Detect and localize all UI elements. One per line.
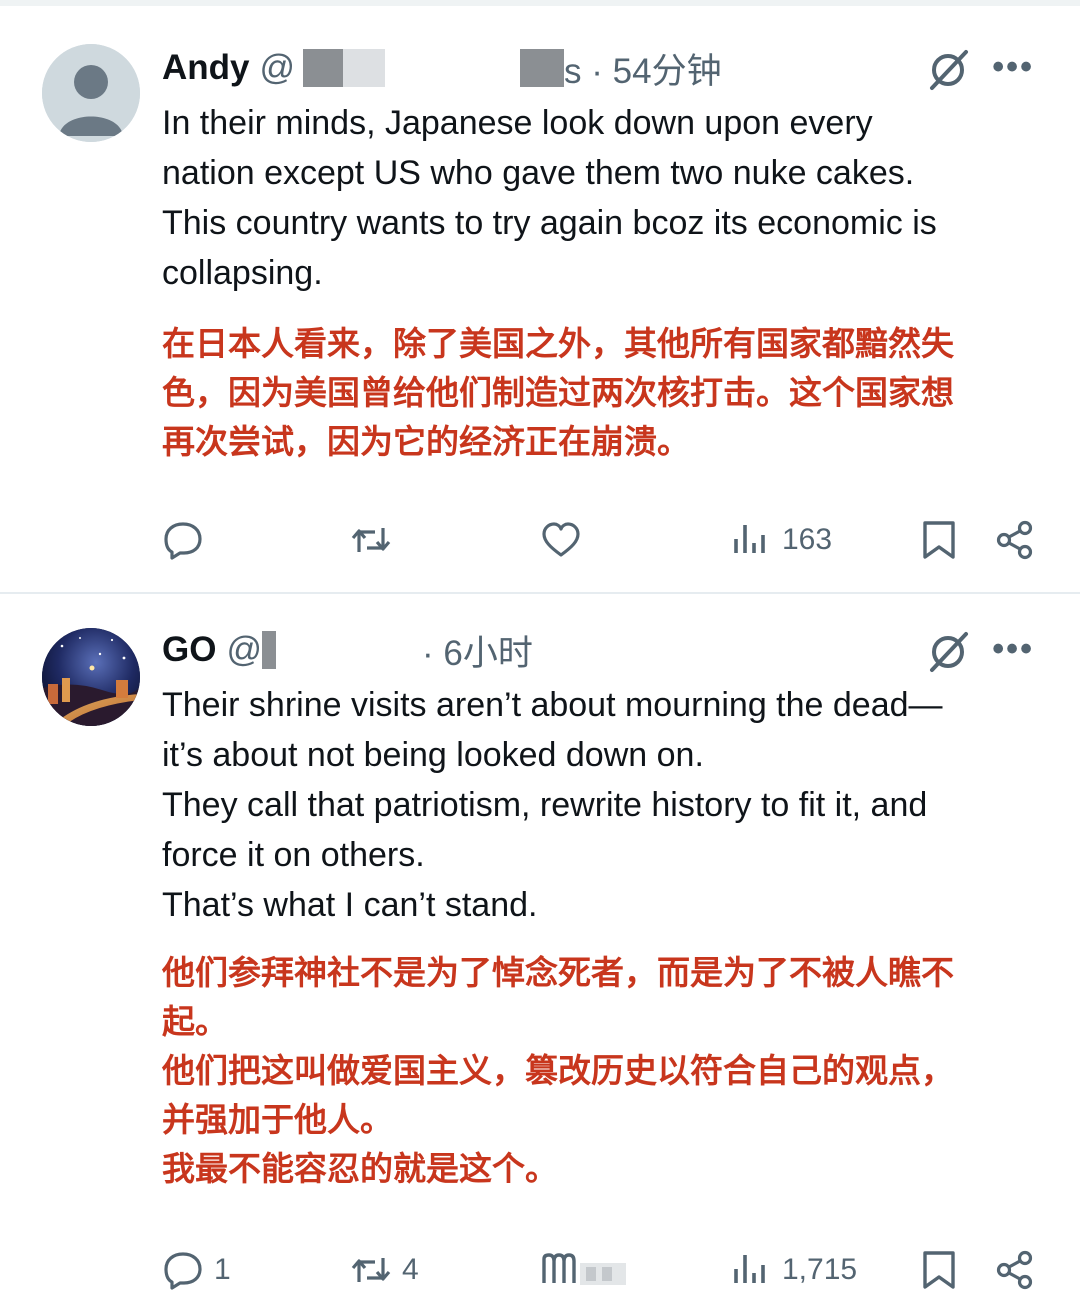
repost-button[interactable] bbox=[350, 510, 402, 570]
repost-icon bbox=[351, 1258, 391, 1282]
tweet-text-line: Their shrine visits aren’t about mournin… bbox=[162, 686, 943, 724]
redacted-handle bbox=[261, 631, 422, 669]
display-name[interactable]: GO bbox=[162, 630, 216, 670]
grok-icon[interactable] bbox=[926, 630, 970, 674]
grok-icon[interactable] bbox=[926, 48, 970, 92]
share-icon bbox=[996, 1250, 1033, 1290]
translation-line: 再次尝试，因为它的经济正在崩溃。 bbox=[162, 423, 690, 460]
tweet-header: GO @ · 6小时 bbox=[162, 628, 533, 673]
tweet-actions: 1 4 1,715 bbox=[0, 1240, 1080, 1300]
tweet-text-line: That’s what I can’t stand. bbox=[162, 886, 538, 924]
top-divider bbox=[0, 0, 1080, 6]
display-name[interactable]: Andy bbox=[162, 48, 250, 88]
timestamp[interactable]: · 6小时 bbox=[422, 625, 533, 676]
tweet-text: Their shrine visits aren’t about mournin… bbox=[162, 680, 1042, 930]
tweet-text: In their minds, Japanese look down upon … bbox=[162, 98, 1042, 298]
share-button[interactable] bbox=[994, 510, 1036, 570]
heart-icon bbox=[542, 522, 580, 557]
translation-line: 他们把这叫做爱国主义，篡改历史以符合自己的观点， bbox=[162, 1052, 954, 1089]
redacted-handle-2 bbox=[520, 49, 565, 87]
user-handle[interactable]: @ bbox=[226, 630, 262, 670]
tweet-text-line: They call that patriotism, rewrite histo… bbox=[162, 786, 928, 824]
tweet-divider bbox=[0, 592, 1080, 594]
avatar[interactable] bbox=[42, 44, 140, 142]
bookmark-button[interactable] bbox=[918, 1240, 960, 1300]
translation-text: 在日本人看来，除了美国之外，其他所有国家都黯然失 色，因为美国曾给他们制造过两次… bbox=[162, 319, 1052, 466]
tweet-go[interactable]: GO @ · 6小时 ••• Their shrine visits aren’… bbox=[0, 600, 1080, 1306]
translation-text: 他们参拜神社不是为了悼念死者，而是为了不被人瞧不 起。 他们把这叫做爱国主义，篡… bbox=[162, 948, 1052, 1193]
translation-line: 我最不能容忍的就是这个。 bbox=[162, 1150, 558, 1187]
repost-button[interactable]: 4 bbox=[350, 1240, 419, 1300]
more-icon[interactable]: ••• bbox=[992, 630, 1034, 669]
more-icon[interactable]: ••• bbox=[992, 48, 1034, 87]
views-icon bbox=[734, 525, 765, 553]
tweet-text-line: nation except US who gave them two nuke … bbox=[162, 154, 915, 192]
default-avatar-icon bbox=[42, 44, 140, 142]
tweet-text-line: This country wants to try again bcoz its… bbox=[162, 204, 937, 242]
garbled-like-icon bbox=[542, 1253, 626, 1285]
repost-count: 4 bbox=[402, 1253, 419, 1286]
tweet-actions: 163 bbox=[0, 510, 1080, 570]
views-count: 163 bbox=[782, 523, 833, 556]
translation-line: 色，因为美国曾给他们制造过两次核打击。这个国家想 bbox=[162, 374, 954, 411]
repost-icon bbox=[351, 528, 391, 552]
tweet-andy[interactable]: Andy @ s · 54分钟 ••• In their minds, Japa… bbox=[0, 14, 1080, 592]
reply-count: 1 bbox=[214, 1253, 231, 1286]
translation-line: 并强加于他人。 bbox=[162, 1101, 393, 1138]
night-sky-avatar-icon bbox=[42, 628, 140, 726]
avatar[interactable] bbox=[42, 628, 140, 726]
tweet-text-line: force it on others. bbox=[162, 836, 425, 874]
views-count: 1,715 bbox=[782, 1253, 858, 1286]
share-button[interactable] bbox=[994, 1240, 1036, 1300]
views-button[interactable]: 1,715 bbox=[730, 1240, 857, 1300]
reply-icon bbox=[164, 522, 202, 560]
timestamp[interactable]: s · 54分钟 bbox=[564, 43, 722, 94]
like-button[interactable] bbox=[540, 510, 592, 570]
like-button[interactable] bbox=[540, 1240, 640, 1300]
translation-line: 起。 bbox=[162, 1003, 228, 1040]
bookmark-icon bbox=[923, 521, 955, 559]
reply-button[interactable] bbox=[162, 510, 214, 570]
tweet-text-line: it’s about not being looked down on. bbox=[162, 736, 704, 774]
bookmark-button[interactable] bbox=[918, 510, 960, 570]
views-button[interactable]: 163 bbox=[730, 510, 832, 570]
user-handle[interactable]: @ bbox=[260, 48, 296, 88]
bookmark-icon bbox=[923, 1251, 955, 1289]
reply-button[interactable]: 1 bbox=[162, 1240, 231, 1300]
share-icon bbox=[996, 520, 1033, 560]
redacted-handle bbox=[295, 49, 521, 87]
tweet-text-line: collapsing. bbox=[162, 254, 323, 292]
tweet-text-line: In their minds, Japanese look down upon … bbox=[162, 104, 873, 142]
views-icon bbox=[734, 1255, 765, 1283]
translation-line: 在日本人看来，除了美国之外，其他所有国家都黯然失 bbox=[162, 325, 954, 362]
reply-icon bbox=[164, 1252, 202, 1290]
translation-line: 他们参拜神社不是为了悼念死者，而是为了不被人瞧不 bbox=[162, 954, 954, 991]
tweet-header: Andy @ s · 54分钟 bbox=[162, 46, 722, 91]
